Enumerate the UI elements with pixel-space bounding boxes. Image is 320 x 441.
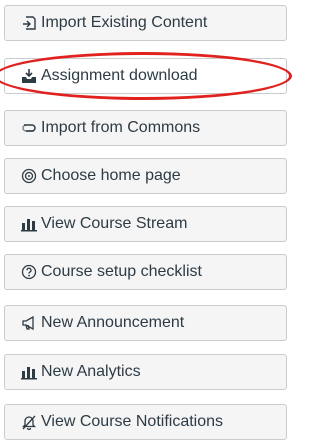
view-course-notifications-label: View Course Notifications: [41, 413, 224, 430]
view-course-stream-label: View Course Stream: [41, 215, 188, 232]
new-analytics-label: New Analytics: [41, 363, 141, 380]
import-existing-content-label: Import Existing Content: [41, 14, 208, 31]
course-setup-checklist-label: Course setup checklist: [41, 263, 202, 280]
commons-icon: [21, 120, 37, 136]
import-from-commons-label: Import from Commons: [41, 119, 201, 136]
assignment-download-label: Assignment download: [41, 67, 198, 84]
new-announcement-button[interactable]: New Announcement: [4, 305, 287, 341]
course-setup-checklist-button[interactable]: Course setup checklist: [4, 254, 287, 290]
bar-chart-icon: [21, 364, 37, 380]
choose-home-page-label: Choose home page: [41, 167, 181, 184]
view-course-stream-button[interactable]: View Course Stream: [4, 206, 287, 242]
import-icon: [21, 15, 37, 31]
download-tray-icon: [21, 68, 37, 84]
choose-home-page-button[interactable]: Choose home page: [4, 158, 287, 194]
course-sidebar: Import Existing Content Assignment downl…: [0, 0, 300, 441]
bell-off-icon: [21, 414, 37, 430]
megaphone-icon: [21, 315, 37, 331]
new-analytics-button[interactable]: New Analytics: [4, 354, 287, 390]
assignment-download-button[interactable]: Assignment download: [4, 58, 287, 94]
import-from-commons-button[interactable]: Import from Commons: [4, 110, 287, 146]
view-course-notifications-button[interactable]: View Course Notifications: [4, 404, 287, 440]
question-circle-icon: [21, 264, 37, 280]
target-icon: [21, 168, 37, 184]
import-existing-content-button[interactable]: Import Existing Content: [4, 5, 287, 41]
bar-chart-icon: [21, 216, 37, 232]
new-announcement-label: New Announcement: [41, 314, 185, 331]
